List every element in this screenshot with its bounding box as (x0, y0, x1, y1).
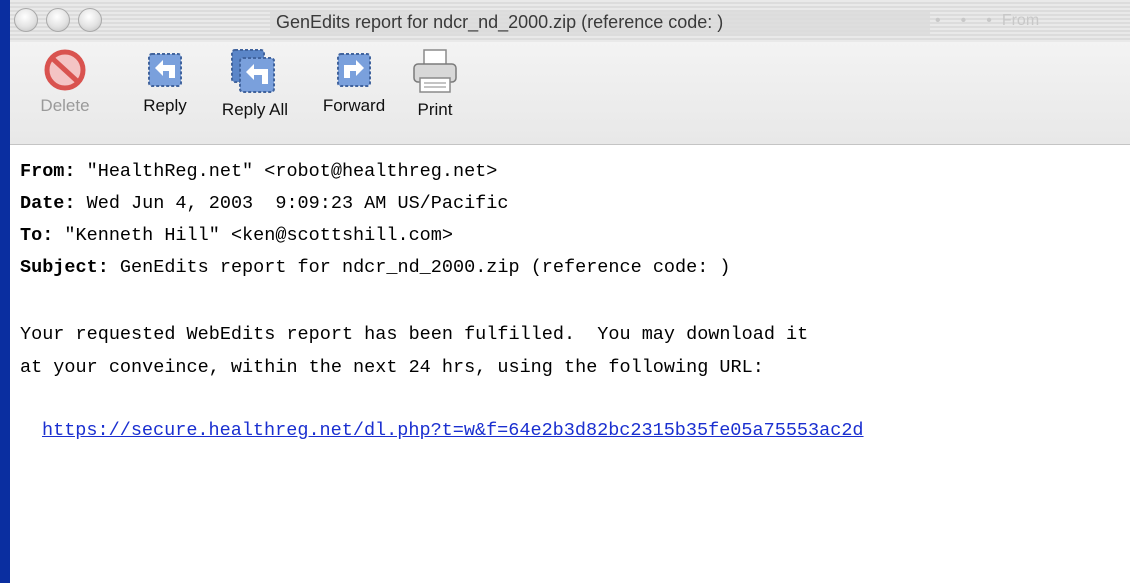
date-value: Wed Jun 4, 2003 9:09:23 AM US/Pacific (75, 193, 509, 214)
delete-button[interactable]: Delete (30, 48, 100, 116)
close-window-button[interactable] (14, 8, 38, 32)
reply-icon (148, 53, 182, 87)
reply-all-label: Reply All (221, 100, 289, 119)
to-value: "Kenneth Hill" <ken@scottshill.com> (53, 225, 453, 246)
from-value: "HealthReg.net" <robot@healthreg.net> (75, 161, 498, 182)
message-body: Your requested WebEdits report has been … (20, 318, 808, 384)
forward-icon (337, 53, 371, 87)
header-from: From: "HealthReg.net" <robot@healthreg.n… (20, 156, 731, 188)
body-line-2: at your conveince, within the next 24 hr… (20, 357, 764, 378)
forward-label: Forward (322, 96, 386, 115)
print-icon (413, 49, 457, 93)
date-label: Date: (20, 193, 76, 214)
minimize-window-button[interactable] (46, 8, 70, 32)
message-headers: From: "HealthReg.net" <robot@healthreg.n… (20, 156, 731, 284)
reply-label: Reply (143, 96, 187, 115)
delete-label: Delete (40, 96, 90, 115)
download-link[interactable]: https://secure.healthreg.net/dl.php?t=w&… (42, 420, 864, 441)
header-date: Date: Wed Jun 4, 2003 9:09:23 AM US/Paci… (20, 188, 731, 220)
background-window-column-header: • • • From (935, 12, 1040, 29)
reply-all-button[interactable]: Reply All (205, 48, 305, 120)
header-subject: Subject: GenEdits report for ndcr_nd_200… (20, 252, 731, 284)
forward-button[interactable]: Forward (310, 48, 398, 116)
subject-label: Subject: (20, 257, 109, 278)
body-line-1: Your requested WebEdits report has been … (20, 324, 809, 345)
reply-all-icon (231, 49, 275, 93)
print-label: Print (417, 100, 453, 119)
title-bar[interactable]: GenEdits report for ndcr_nd_2000.zip (re… (10, 0, 1130, 43)
print-button[interactable]: Print (405, 48, 465, 120)
zoom-window-button[interactable] (78, 8, 102, 32)
from-label: From: (20, 161, 76, 182)
subject-value: GenEdits report for ndcr_nd_2000.zip (re… (108, 257, 731, 278)
header-to: To: "Kenneth Hill" <ken@scottshill.com> (20, 220, 731, 252)
mail-window: GenEdits report for ndcr_nd_2000.zip (re… (0, 0, 1130, 583)
toolbar: Delete Reply Reply All Forward Print (10, 42, 1130, 145)
delete-icon (44, 49, 86, 91)
window-title: GenEdits report for ndcr_nd_2000.zip (re… (270, 10, 930, 36)
to-label: To: (20, 225, 54, 246)
reply-button[interactable]: Reply (125, 48, 205, 116)
